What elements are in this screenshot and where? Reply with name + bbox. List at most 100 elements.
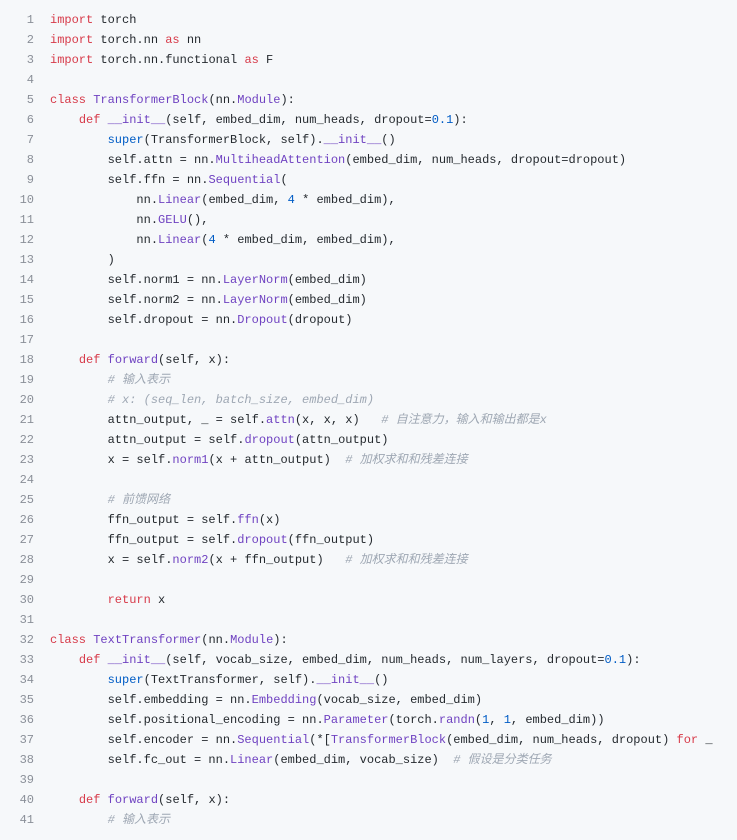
code-token: dropout [237,533,287,547]
code-line: 40 def forward(self, x): [0,790,737,810]
line-content: self.ffn = nn.Sequential( [50,170,737,190]
code-token: def [79,793,101,807]
code-token [50,133,108,147]
code-token: ): [280,93,294,107]
line-content: self.norm1 = nn.LayerNorm(embed_dim) [50,270,737,290]
line-number: 27 [0,530,50,550]
code-token: Module [237,93,280,107]
code-token: (x + attn_output) [208,453,345,467]
code-token: Linear [230,753,273,767]
code-token: forward [108,793,158,807]
line-number: 2 [0,30,50,50]
line-number: 12 [0,230,50,250]
line-content: nn.GELU(), [50,210,737,230]
line-content: self.positional_encoding = nn.Parameter(… [50,710,737,730]
line-number: 26 [0,510,50,530]
code-token: as [165,33,179,47]
code-token: self.fc_out = nn. [50,753,230,767]
line-number: 37 [0,730,50,750]
code-token: attn_output, _ = self. [50,413,266,427]
code-token: __init__ [108,653,166,667]
code-line: 23 x = self.norm1(x + attn_output) # 加权求… [0,450,737,470]
line-number: 10 [0,190,50,210]
code-line: 7 super(TransformerBlock, self).__init__… [0,130,737,150]
code-token: 4 [288,193,295,207]
code-token: Parameter [324,713,389,727]
code-token: # 输入表示 [108,373,170,387]
line-number: 29 [0,570,50,590]
code-token [50,113,79,127]
line-number: 3 [0,50,50,70]
line-number: 39 [0,770,50,790]
code-line: 27 ffn_output = self.dropout(ffn_output) [0,530,737,550]
code-line: 5class TransformerBlock(nn.Module): [0,90,737,110]
code-line: 22 attn_output = self.dropout(attn_outpu… [0,430,737,450]
code-token: norm1 [172,453,208,467]
code-token: Sequential [208,173,280,187]
code-token: (self, x): [158,353,230,367]
code-token [50,793,79,807]
line-number: 41 [0,810,50,830]
code-token: ffn [237,513,259,527]
line-content: ffn_output = self.ffn(x) [50,510,737,530]
code-token: F [259,53,273,67]
code-line: 17 [0,330,737,350]
line-number: 7 [0,130,50,150]
code-token: GELU [158,213,187,227]
code-token: MultiheadAttention [216,153,346,167]
code-token: TextTransformer [93,633,201,647]
line-number: 30 [0,590,50,610]
code-token: # 加权求和和残差连接 [345,553,467,567]
line-content: class TransformerBlock(nn.Module): [50,90,737,110]
code-token: (dropout) [288,313,353,327]
code-line: 25 # 前馈网络 [0,490,737,510]
code-token: torch.nn [93,33,165,47]
code-token: nn [180,33,202,47]
code-line: 21 attn_output, _ = self.attn(x, x, x) #… [0,410,737,430]
code-token: (nn. [208,93,237,107]
code-line: 34 super(TextTransformer, self).__init__… [0,670,737,690]
line-number: 21 [0,410,50,430]
code-token: * embed_dim, embed_dim), [216,233,396,247]
code-token: attn [266,413,295,427]
line-content: import torch [50,10,737,30]
code-token: dropout [244,433,294,447]
line-content: self.norm2 = nn.LayerNorm(embed_dim) [50,290,737,310]
code-line: 31 [0,610,737,630]
code-token: LayerNorm [223,273,288,287]
line-content: def __init__(self, vocab_size, embed_dim… [50,650,737,670]
code-token: (embed_dim) [288,293,367,307]
code-line: 19 # 输入表示 [0,370,737,390]
code-token [50,813,108,827]
code-line: 35 self.embedding = nn.Embedding(vocab_s… [0,690,737,710]
code-token: (embed_dim, num_heads, dropout=dropout) [345,153,626,167]
code-line: 15 self.norm2 = nn.LayerNorm(embed_dim) [0,290,737,310]
code-token: __init__ [324,133,382,147]
code-line: 39 [0,770,737,790]
line-content: return x [50,590,737,610]
code-token: (TransformerBlock, self). [144,133,324,147]
line-content: self.encoder = nn.Sequential(*[Transform… [50,730,737,750]
line-number: 5 [0,90,50,110]
code-token: self.ffn = nn. [50,173,208,187]
code-token: torch [93,13,136,27]
code-token [100,113,107,127]
code-token: # 自注意力，输入和输出都是x [381,413,547,427]
code-token: (self, x): [158,793,230,807]
line-number: 40 [0,790,50,810]
code-token: (x) [259,513,281,527]
code-token: (embed_dim, vocab_size) [273,753,453,767]
line-number: 28 [0,550,50,570]
line-number: 31 [0,610,50,630]
code-token: Sequential [237,733,309,747]
code-token: (*[ [309,733,331,747]
code-token: LayerNorm [223,293,288,307]
code-token: TransformerBlock [331,733,446,747]
code-token: __init__ [108,113,166,127]
line-content: def __init__(self, embed_dim, num_heads,… [50,110,737,130]
code-token: (TextTransformer, self). [144,673,317,687]
code-token: x [151,593,165,607]
code-token: (self, embed_dim, num_heads, dropout= [165,113,431,127]
code-line: 30 return x [0,590,737,610]
code-token: # x: (seq_len, batch_size, embed_dim) [108,393,374,407]
